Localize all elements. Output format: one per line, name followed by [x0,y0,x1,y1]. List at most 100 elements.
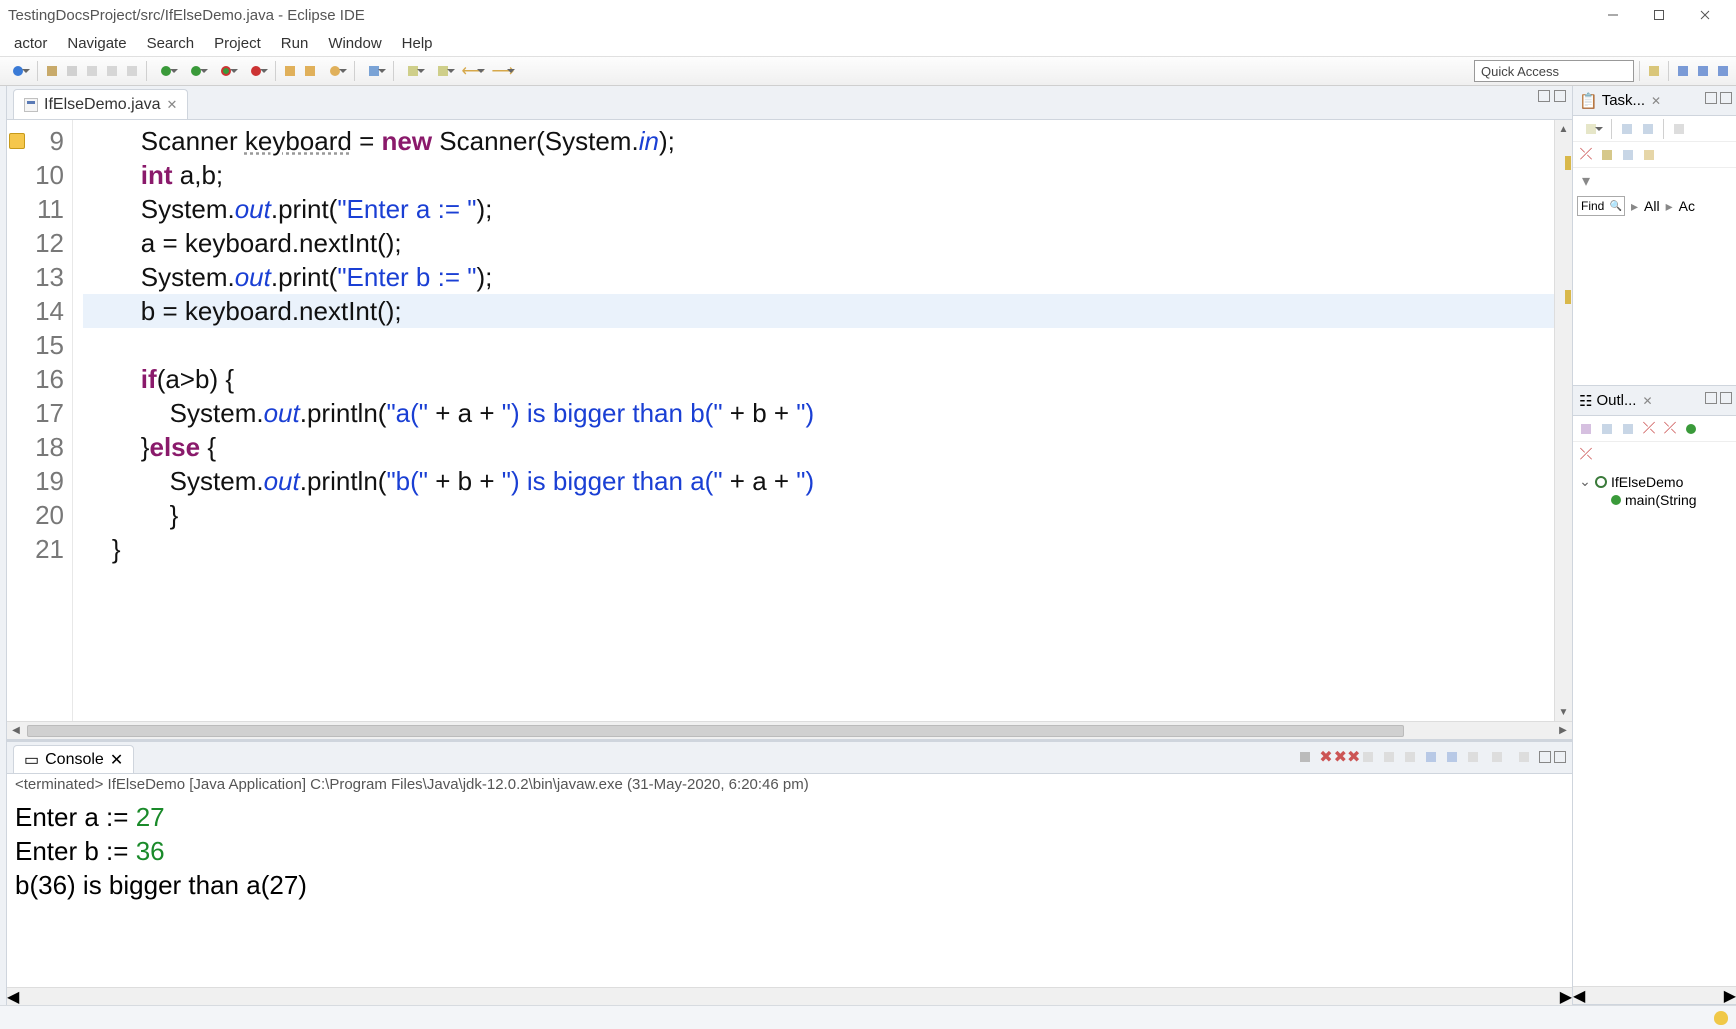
outline-focus-button[interactable] [1577,420,1595,438]
resource-perspective-button[interactable] [1714,62,1732,80]
build-button[interactable] [123,62,141,80]
external-tools-button[interactable] [242,62,270,80]
task-min-icon[interactable] [1705,92,1717,104]
task-filter-active[interactable]: Ac [1679,198,1695,214]
task-max-icon[interactable] [1720,92,1732,104]
back-button[interactable]: ⟵ [459,62,487,80]
console-display-button[interactable] [1464,748,1482,766]
task-find-field[interactable]: Find [1577,196,1625,216]
task-link-button[interactable] [1598,146,1616,164]
outline-sort-button[interactable] [1598,420,1616,438]
menu-search[interactable]: Search [137,33,205,54]
task-hide-button[interactable] [1619,146,1637,164]
outline-hide-local-button[interactable] [1682,420,1700,438]
close-tab-icon[interactable]: ✕ [167,97,178,113]
outline-max-icon[interactable] [1720,392,1732,404]
tip-bulb-icon[interactable] [1714,1011,1728,1025]
console-remove-button[interactable]: ✖ [1317,748,1335,766]
console-icon: ▭ [24,750,39,770]
console-scroll-lock-button[interactable] [1380,748,1398,766]
quick-access-field[interactable]: Quick Access [1474,60,1634,82]
status-bar [0,1005,1736,1029]
outline-hide-static-button[interactable]: ⤫ [1640,420,1658,438]
open-type-button[interactable] [321,62,349,80]
console-panel: ▭ Console ✕ ✖ ✖✖ [7,739,1572,1005]
prev-annotation-button[interactable] [429,62,457,80]
editor-tab-ifelsedemo[interactable]: IfElseDemo.java ✕ [13,89,188,119]
window-maximize-button[interactable] [1636,0,1682,30]
console-output[interactable]: Enter a := 27Enter b := 36b(36) is bigge… [7,798,1572,987]
outline-min-icon[interactable] [1705,392,1717,404]
debug-button[interactable] [152,62,180,80]
task-view-title: Task... [1602,92,1645,109]
menu-refactor[interactable]: actor [4,33,57,54]
menu-run[interactable]: Run [271,33,319,54]
outline-view-title: Outl... [1596,392,1636,409]
line-number-gutter: 9101112131415161718192021 [7,120,73,721]
console-maximize-icon[interactable] [1554,751,1566,763]
task-menu-button[interactable]: ▾ [1577,172,1595,190]
task-collapse-button[interactable] [1670,120,1688,138]
editor-maximize-icon[interactable] [1554,90,1566,102]
outline-item[interactable]: ⌄IfElseDemo [1579,472,1730,491]
task-focus-button[interactable]: ⤫ [1577,146,1595,164]
console-word-wrap-button[interactable] [1401,748,1419,766]
console-horizontal-scrollbar[interactable]: ◀▶ [7,987,1572,1005]
window-close-button[interactable] [1682,0,1728,30]
task-new-button[interactable] [1577,120,1605,138]
editor-horizontal-scrollbar[interactable]: ◀ ▶ [7,721,1572,739]
task-presentation-button[interactable] [1640,146,1658,164]
save-all-button[interactable] [63,62,81,80]
menu-help[interactable]: Help [392,33,443,54]
overview-marker [1565,290,1571,304]
editor-tab-strip: IfElseDemo.java ✕ [7,86,1572,120]
window-minimize-button[interactable] [1590,0,1636,30]
new-class-button[interactable] [301,62,319,80]
horizontal-scroll-thumb[interactable] [27,725,1404,737]
close-console-icon[interactable]: ✕ [110,750,123,770]
console-minimize-icon[interactable] [1539,751,1551,763]
console-open-console-button[interactable] [1485,748,1509,766]
console-pin-button[interactable] [1443,748,1461,766]
task-synchronize-button[interactable] [1639,120,1657,138]
close-task-view-icon[interactable]: ✕ [1651,94,1661,108]
menu-navigate[interactable]: Navigate [57,33,136,54]
save-button[interactable] [43,62,61,80]
editor-minimize-icon[interactable] [1538,90,1550,102]
console-new-console-button[interactable] [1512,748,1536,766]
outline-tree[interactable]: ⌄IfElseDemomain(String [1573,468,1736,986]
editor-vertical-scrollbar[interactable]: ▲ ▼ [1554,120,1572,721]
task-view-toolbar [1573,116,1736,142]
console-clear-button[interactable] [1359,748,1377,766]
close-outline-view-icon[interactable]: ✕ [1642,394,1652,408]
new-package-button[interactable] [281,62,299,80]
console-remove-all-button[interactable]: ✖✖ [1338,748,1356,766]
console-tab[interactable]: ▭ Console ✕ [13,745,134,773]
coverage-button[interactable] [212,62,240,80]
search-tool-button[interactable] [360,62,388,80]
forward-button[interactable]: ⟶ [489,62,517,80]
task-filter-all[interactable]: All [1644,198,1660,214]
task-categorize-button[interactable] [1618,120,1636,138]
run-button[interactable] [182,62,210,80]
next-annotation-button[interactable] [399,62,427,80]
toggle-block-button[interactable] [83,62,101,80]
open-perspective-button[interactable] [1645,62,1663,80]
console-show-console-button[interactable] [1422,748,1440,766]
code-area[interactable]: Scanner keyboard = new Scanner(System.in… [73,120,1554,721]
debug-perspective-button[interactable] [1694,62,1712,80]
new-button[interactable] [4,62,32,80]
outline-item[interactable]: main(String [1579,491,1730,509]
console-terminate-button[interactable] [1296,748,1314,766]
outline-horizontal-scrollbar[interactable]: ◀ ▶ [1573,986,1736,1004]
outline-hide-fields-button[interactable] [1619,420,1637,438]
editor-tab-label: IfElseDemo.java [44,96,161,114]
print-button[interactable] [103,62,121,80]
outline-link-button[interactable]: ⤫ [1577,446,1595,464]
code-editor[interactable]: 9101112131415161718192021 Scanner keyboa… [7,120,1572,721]
java-perspective-button[interactable] [1674,62,1692,80]
menu-window[interactable]: Window [318,33,391,54]
outline-hide-nonpublic-button[interactable]: ⤫ [1661,420,1679,438]
menu-project[interactable]: Project [204,33,271,54]
menu-bar: actor Navigate Search Project Run Window… [0,30,1736,56]
